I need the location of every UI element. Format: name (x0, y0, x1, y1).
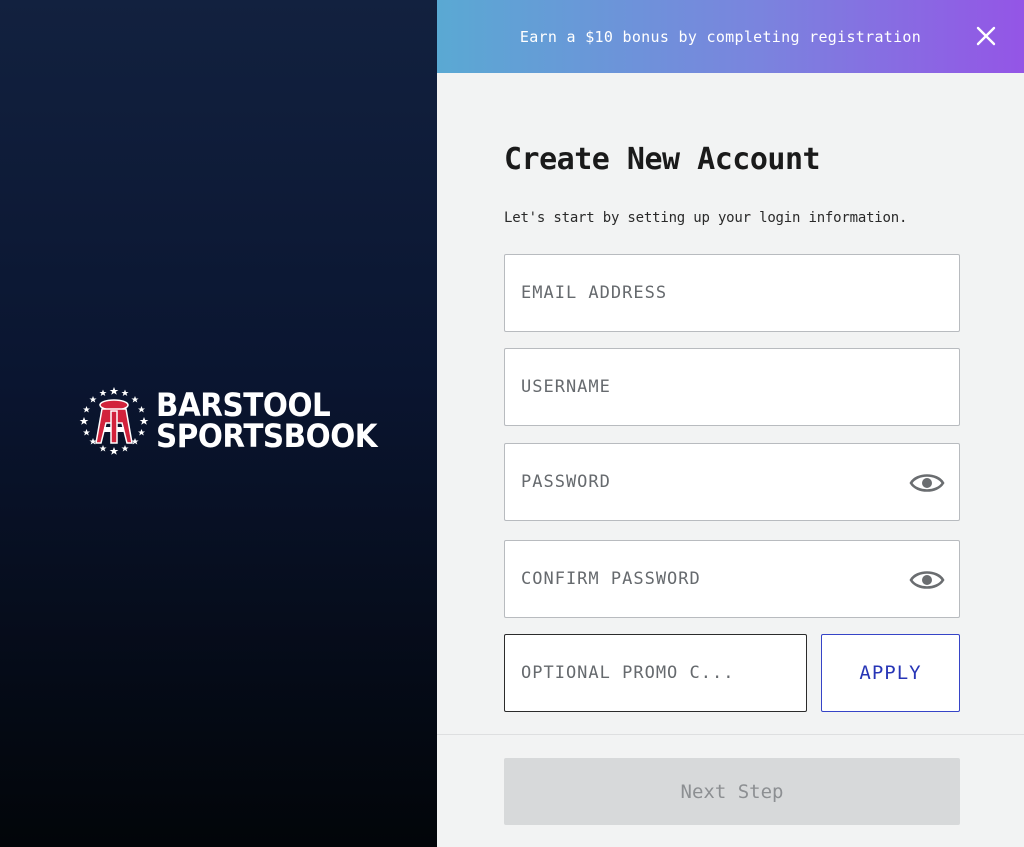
show-confirm-password-eye-icon[interactable] (909, 567, 945, 593)
close-button[interactable] (972, 22, 1000, 50)
password-field[interactable] (504, 443, 960, 521)
promo-code-field[interactable] (504, 634, 807, 712)
bonus-banner-text: Earn a $10 bonus by completing registrat… (519, 27, 922, 46)
bonus-banner: Earn a $10 bonus by completing registrat… (437, 0, 1024, 73)
username-field[interactable] (504, 348, 960, 426)
next-step-button[interactable]: Next Step (504, 758, 960, 825)
confirm-password-input[interactable] (521, 541, 959, 617)
logo-wordmark: BARSTOOL SPORTSBOOK (156, 389, 378, 455)
logo-line-2: SPORTSBOOK (156, 417, 378, 455)
confirm-password-field[interactable] (504, 540, 960, 618)
email-input[interactable] (521, 255, 959, 331)
page-title: Create New Account (504, 142, 821, 177)
page-subtitle: Let's start by setting up your login inf… (504, 210, 908, 226)
password-input[interactable] (521, 444, 959, 520)
close-icon (976, 26, 996, 46)
brand-panel: BARSTOOL SPORTSBOOK (0, 0, 437, 847)
footer-divider (437, 734, 1024, 735)
username-input[interactable] (521, 349, 959, 425)
stool-logo-icon (79, 387, 149, 455)
registration-panel: Earn a $10 bonus by completing registrat… (437, 0, 1024, 847)
show-password-eye-icon[interactable] (909, 470, 945, 496)
email-field[interactable] (504, 254, 960, 332)
apply-promo-button[interactable]: APPLY (821, 634, 960, 712)
barstool-sportsbook-logo: BARSTOOL SPORTSBOOK (78, 385, 396, 457)
promo-code-input[interactable] (521, 635, 806, 711)
